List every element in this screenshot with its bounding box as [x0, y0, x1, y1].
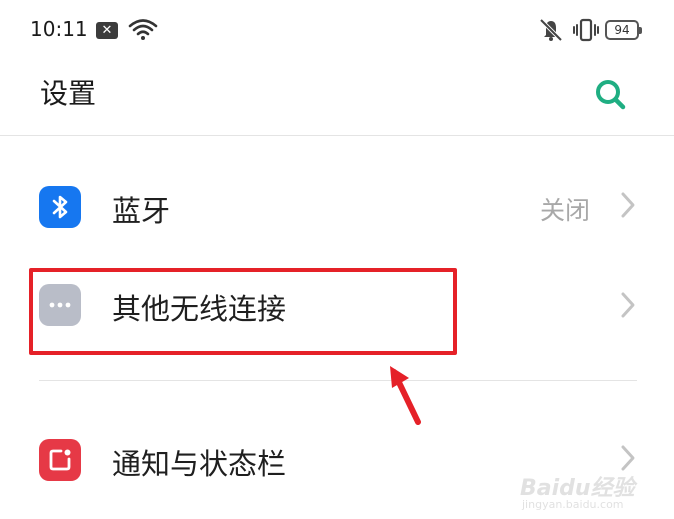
watermark: Baidu经验 jingyan.baidu.com [520, 446, 660, 516]
search-icon[interactable] [592, 76, 628, 112]
chevron-right-icon [621, 192, 635, 218]
watermark-url: jingyan.baidu.com [522, 498, 624, 511]
arrow-icon [390, 366, 421, 425]
settings-item-label: 蓝牙 [112, 194, 171, 228]
settings-item-bluetooth[interactable]: 蓝牙 关闭 [0, 162, 674, 252]
header-divider [0, 135, 674, 136]
notification-x-icon: ✕ [96, 22, 118, 39]
section-divider [39, 380, 637, 381]
header: 设置 [0, 62, 674, 136]
wifi-icon [128, 19, 158, 40]
vibrate-icon [573, 18, 599, 42]
highlight-box [29, 268, 457, 355]
bluetooth-icon [39, 186, 81, 228]
status-time: 10:11 [30, 17, 88, 41]
settings-item-label: 通知与状态栏 [112, 447, 287, 481]
mute-icon [539, 18, 563, 42]
settings-item-value: 关闭 [539, 196, 590, 225]
page-title: 设置 [40, 77, 97, 110]
chevron-right-icon [621, 292, 635, 318]
status-bar: 10:11 ✕ 94 [0, 0, 674, 62]
notification-icon [39, 439, 81, 481]
battery-icon: 94 [605, 20, 642, 40]
battery-level: 94 [614, 23, 630, 37]
